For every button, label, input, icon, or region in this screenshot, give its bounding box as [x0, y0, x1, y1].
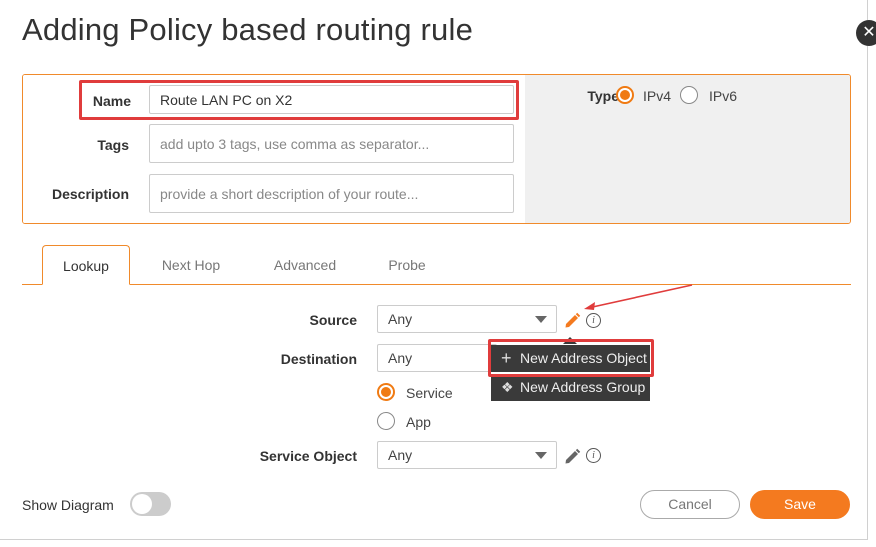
service-label: Service	[406, 385, 453, 401]
destination-label: Destination	[280, 351, 357, 367]
ipv4-radio[interactable]	[616, 86, 634, 104]
ipv6-radio[interactable]	[680, 86, 698, 104]
tags-input[interactable]	[149, 124, 514, 163]
service-object-select[interactable]: Any	[377, 441, 557, 469]
destination-value: Any	[388, 350, 413, 366]
cancel-button[interactable]: Cancel	[640, 490, 740, 519]
type-panel: Type IPv4 IPv6	[525, 75, 850, 223]
ipv6-label: IPv6	[709, 88, 738, 104]
pencil-icon[interactable]	[563, 311, 581, 329]
source-select[interactable]: Any	[377, 305, 557, 333]
destination-select[interactable]: Any	[377, 344, 497, 372]
tab-probe[interactable]: Probe	[375, 245, 439, 285]
group-add-icon: ❖	[501, 379, 514, 395]
type-label: Type	[587, 88, 619, 104]
description-input[interactable]	[149, 174, 514, 213]
app-label: App	[406, 414, 431, 430]
ipv4-label: IPv4	[643, 88, 672, 104]
annotation-arrow-icon	[584, 284, 693, 310]
show-diagram-toggle[interactable]	[130, 492, 171, 516]
service-object-value: Any	[388, 447, 413, 463]
chevron-down-icon	[535, 452, 547, 459]
source-label: Source	[309, 312, 357, 328]
dialog-title: Adding Policy based routing rule	[22, 12, 474, 47]
app-radio[interactable]	[377, 412, 395, 430]
close-icon[interactable]: ✕	[856, 20, 876, 46]
show-diagram-label: Show Diagram	[22, 497, 114, 513]
save-button[interactable]: Save	[750, 490, 850, 519]
tab-next-hop[interactable]: Next Hop	[145, 245, 237, 285]
pencil-icon[interactable]	[563, 447, 581, 465]
new-address-group-item[interactable]: ❖ New Address Group	[491, 374, 650, 401]
info-icon[interactable]: i	[586, 313, 601, 328]
policy-routing-dialog: Adding Policy based routing rule ✕ Name …	[0, 0, 876, 540]
new-address-group-label: New Address Group	[520, 379, 646, 395]
name-highlight	[79, 80, 519, 120]
chevron-down-icon	[535, 316, 547, 323]
tags-label: Tags	[97, 137, 129, 153]
service-object-label: Service Object	[259, 448, 357, 464]
info-icon[interactable]: i	[586, 448, 601, 463]
service-radio[interactable]	[377, 383, 395, 401]
tab-advanced[interactable]: Advanced	[260, 245, 350, 285]
tab-lookup[interactable]: Lookup	[42, 245, 130, 285]
tab-divider	[22, 284, 851, 285]
description-label: Description	[51, 186, 129, 202]
source-value: Any	[388, 311, 413, 327]
new-address-object-highlight	[488, 339, 654, 377]
